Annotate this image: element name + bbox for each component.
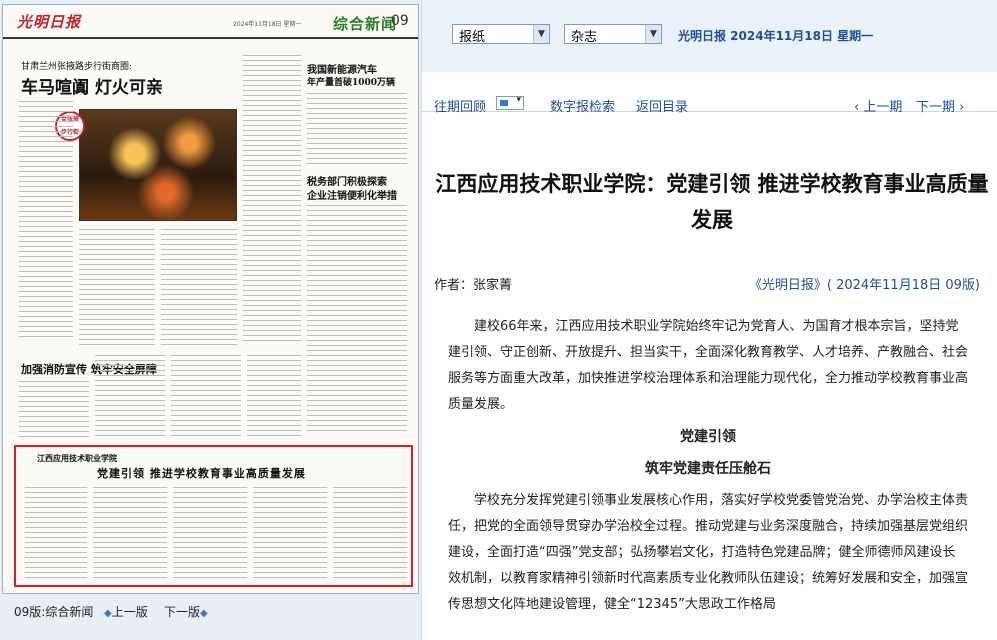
text-column[interactable] (173, 487, 247, 579)
page-number: 09 (391, 13, 409, 29)
text-column[interactable] (93, 487, 167, 579)
article-paragraph: 学校充分发挥党建引领事业发展核心作用，落实好学校党委管党治党、办学治校主体责任，… (448, 493, 969, 612)
article-kicker[interactable]: 甘肃兰州张掖路步行街商圈: (21, 59, 132, 72)
top-toolbar: 报纸 ▼ 杂志 ▼ 光明日报 2024年11月18日 星期一 (422, 0, 997, 72)
article-paragraph: 建校66年来，江西应用技术职业学院始终牢记为党育人、为国育才根本宗旨，坚持党建引… (448, 319, 969, 412)
newspaper-page-panel: 光明日报 2024年11月18日 星期一 综合新闻 09 甘肃兰州张掖路步行街商… (0, 0, 421, 640)
section-subheading: 筑牢党建责任压舱石 (645, 461, 771, 477)
chevron-down-icon[interactable]: ▼ (645, 25, 661, 43)
text-column[interactable] (19, 101, 73, 341)
selected-article-kicker[interactable]: 江西应用技术职业学院 (37, 453, 117, 464)
next-edition-button[interactable]: 下一版◆ (164, 603, 208, 620)
text-column[interactable] (247, 355, 301, 439)
byline-row: 作者：张家菁 《光明日报》( 2024年11月18日 09版) (434, 274, 980, 294)
magazine-select-value: 杂志 (571, 30, 598, 45)
text-column[interactable] (307, 205, 407, 435)
author-byline: 作者：张家菁 (434, 278, 513, 293)
text-column[interactable] (95, 355, 165, 439)
diamond-icon: ◆ (200, 608, 208, 619)
page-header: 光明日报 2024年11月18日 星期一 综合新闻 09 (3, 5, 418, 39)
calendar-picker-icon[interactable] (496, 95, 524, 110)
text-column[interactable] (161, 229, 237, 349)
source-citation: 《光明日报》( 2024年11月18日 09版) (748, 278, 980, 293)
newspaper-select-value: 报纸 (459, 30, 486, 45)
article-headline[interactable]: 我国新能源汽车 (307, 61, 377, 76)
prev-edition-button[interactable]: ◆上一版 (104, 603, 148, 620)
page-footer: 09版:综合新闻 ◆上一版 下一版◆ (8, 600, 421, 622)
newspaper-select[interactable]: 报纸 ▼ (452, 24, 550, 45)
article-subheadline[interactable]: 年产量首破1000万辆 (307, 75, 395, 88)
prev-edition-label: 上一版 (111, 605, 148, 619)
search-link[interactable]: 数字报检索 (550, 96, 615, 115)
masthead-logo: 光明日报 (17, 13, 82, 31)
issue-navbar: 往期回顾 数字报检索 返回目录 ‹ 上一期 下一期 › (422, 86, 997, 115)
article-body: 建校66年来，江西应用技术职业学院始终牢记为党育人、为国育才根本宗旨，坚持党建引… (448, 314, 968, 622)
diamond-icon: ◆ (104, 608, 112, 619)
text-column[interactable] (25, 487, 87, 579)
text-column[interactable] (307, 93, 407, 165)
text-column[interactable] (243, 55, 301, 345)
newspaper-page-image[interactable]: 光明日报 2024年11月18日 星期一 综合新闻 09 甘肃兰州张掖路步行街商… (2, 4, 419, 594)
section-title: 综合新闻 (333, 15, 398, 33)
text-column[interactable] (253, 487, 327, 579)
magazine-select[interactable]: 杂志 ▼ (564, 24, 662, 45)
text-column[interactable] (333, 487, 407, 579)
text-column[interactable] (19, 381, 89, 439)
text-column[interactable] (79, 229, 155, 349)
table-of-contents-link[interactable]: 返回目录 (636, 96, 688, 115)
text-column[interactable] (171, 355, 241, 439)
article-panel: 报纸 ▼ 杂志 ▼ 光明日报 2024年11月18日 星期一 往期回顾 数字报检… (421, 0, 997, 640)
selected-article-headline[interactable]: 党建引领 推进学校教育事业高质量发展 (97, 465, 306, 481)
prev-issue-link[interactable]: ‹ 上一期 (854, 96, 902, 115)
next-issue-link[interactable]: 下一期 › (916, 96, 964, 115)
article-headline[interactable]: 车马喧阗 灯火可亲 (21, 73, 163, 98)
article-title: 江西应用技术职业学院：党建引领 推进学校教育事业高质量发展 (435, 172, 989, 232)
archive-link[interactable]: 往期回顾 (434, 96, 486, 115)
chevron-down-icon[interactable]: ▼ (533, 25, 549, 43)
publication-date: 光明日报 2024年11月18日 星期一 (678, 29, 874, 43)
edition-label: 09版:综合新闻 (14, 605, 94, 619)
section-subheading: 党建引领 (680, 429, 736, 445)
header-meta: 2024年11月18日 星期一 (233, 21, 302, 28)
article-headline[interactable]: 税务部门积极探索 (307, 173, 387, 188)
article-headline[interactable]: 企业注销便利化举措 (307, 187, 397, 202)
next-edition-label: 下一版 (164, 605, 201, 619)
article-photo[interactable] (79, 109, 237, 221)
